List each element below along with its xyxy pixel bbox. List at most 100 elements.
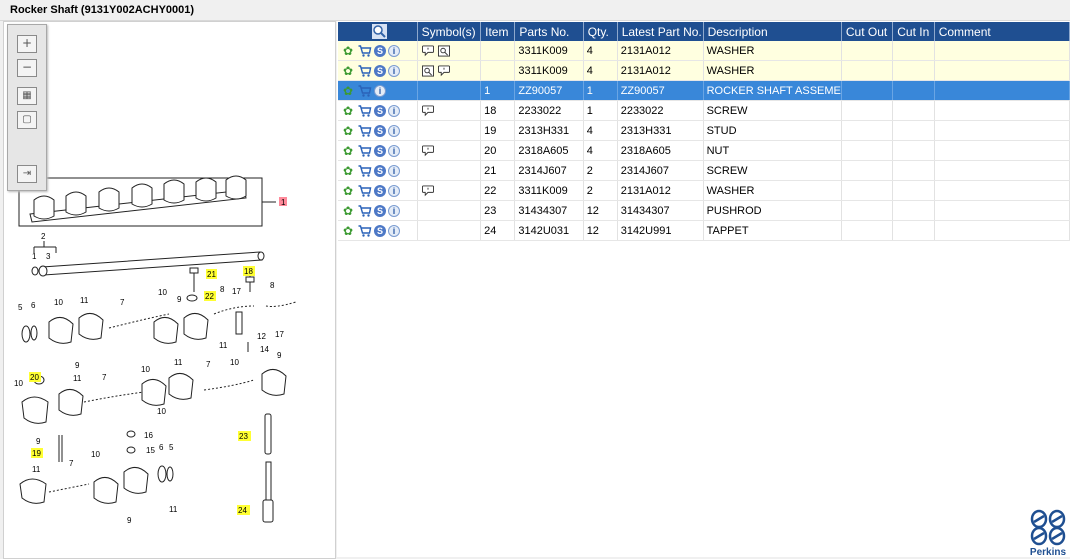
gear-icon[interactable]: ✿ xyxy=(343,165,355,177)
exploded-parts-diagram[interactable]: 1 21 18 22 20 19 23 24 2 1 3 5 6 10 11 7 xyxy=(4,22,335,558)
qty-cell: 4 xyxy=(583,60,618,81)
symbols-cell xyxy=(417,60,482,81)
info-icon[interactable]: i xyxy=(388,104,400,117)
description-cell: WASHER xyxy=(703,41,842,61)
supersession-icon[interactable]: S xyxy=(374,64,386,77)
zoom-out-button[interactable]: − xyxy=(17,59,37,77)
supersession-icon[interactable]: S xyxy=(374,204,386,217)
table-row[interactable]: ✿ Si 21 2314J607 2 2314J607 SCREW xyxy=(338,160,1070,181)
item-cell: 19 xyxy=(480,120,516,141)
parts-table-panel: Symbol(s) Item Parts No. Qty. Latest Par… xyxy=(337,21,1070,557)
comment-bubble-icon[interactable] xyxy=(421,145,435,157)
gear-icon[interactable]: ✿ xyxy=(343,205,355,217)
info-icon[interactable]: i xyxy=(388,144,400,157)
cart-icon[interactable] xyxy=(357,164,372,177)
column-header-description[interactable]: Description xyxy=(703,22,842,41)
svg-text:10: 10 xyxy=(54,298,63,307)
gear-icon[interactable]: ✿ xyxy=(343,145,355,157)
cart-icon[interactable] xyxy=(357,104,372,117)
gear-icon[interactable]: ✿ xyxy=(343,45,355,57)
svg-text:1: 1 xyxy=(281,198,286,207)
supersession-icon[interactable]: S xyxy=(374,144,386,157)
table-row[interactable]: ✿ Si 19 2313H331 4 2313H331 STUD xyxy=(338,120,1070,141)
comment-bubble-icon[interactable] xyxy=(421,185,435,197)
item-cell: 22 xyxy=(480,180,516,201)
gear-icon[interactable]: ✿ xyxy=(343,105,355,117)
table-row[interactable]: ✿ Si 23 31434307 12 31434307 PUSHROD xyxy=(338,200,1070,221)
info-icon[interactable]: i xyxy=(388,184,400,197)
comment-bubble-icon[interactable] xyxy=(437,65,451,77)
rocker-shaft xyxy=(31,251,265,277)
info-icon[interactable]: i xyxy=(374,84,386,97)
cut-out-cell xyxy=(841,180,894,201)
cart-icon[interactable] xyxy=(357,84,372,97)
svg-text:17: 17 xyxy=(232,287,241,296)
item-cell: 1 xyxy=(480,80,516,101)
cart-icon[interactable] xyxy=(357,224,372,237)
row-actions-cell: ✿ Si xyxy=(338,200,418,221)
export-button[interactable]: ⇥ xyxy=(17,165,37,183)
gear-icon[interactable]: ✿ xyxy=(343,225,355,237)
column-header-item[interactable]: Item xyxy=(480,22,516,41)
svg-text:11: 11 xyxy=(219,341,228,350)
fit-view-button[interactable]: ▦ xyxy=(17,87,37,105)
info-icon[interactable]: i xyxy=(388,124,400,137)
table-row[interactable]: ✿ Si 22 3311K009 2 2131A012 WASHER xyxy=(338,180,1070,201)
gear-icon[interactable]: ✿ xyxy=(343,85,355,97)
info-icon[interactable]: i xyxy=(388,64,400,77)
description-cell: STUD xyxy=(703,120,842,141)
info-icon[interactable]: i xyxy=(388,44,400,57)
table-row[interactable]: ✿ Si 3311K009 4 2131A012 WASHER xyxy=(338,41,1070,61)
zoom-in-button[interactable]: + xyxy=(17,35,37,53)
table-row[interactable]: ✿ Si 24 3142U031 12 3142U991 TAPPET xyxy=(338,220,1070,241)
supersession-icon[interactable]: S xyxy=(374,124,386,137)
supersession-icon[interactable]: S xyxy=(374,44,386,57)
comment-bubble-icon[interactable] xyxy=(421,45,435,57)
cart-icon[interactable] xyxy=(357,184,372,197)
table-row[interactable]: ✿ Si 3311K009 4 2131A012 WASHER xyxy=(338,60,1070,81)
column-header-cut-out[interactable]: Cut Out xyxy=(841,22,894,41)
magnifier-icon[interactable] xyxy=(371,24,387,40)
column-header-qty[interactable]: Qty. xyxy=(583,22,618,41)
gear-icon[interactable]: ✿ xyxy=(343,185,355,197)
cut-out-cell xyxy=(841,140,894,161)
svg-text:6: 6 xyxy=(31,301,36,310)
info-icon[interactable]: i xyxy=(388,204,400,217)
info-icon[interactable]: i xyxy=(388,164,400,177)
parts-no-cell: 3142U031 xyxy=(514,220,584,241)
symbols-cell xyxy=(417,220,482,241)
supersession-icon[interactable]: S xyxy=(374,164,386,177)
table-row[interactable]: ✿ Si 20 2318A605 4 2318A605 NUT xyxy=(338,140,1070,161)
parts-no-cell: 2318A605 xyxy=(514,140,584,161)
table-row[interactable]: ✿ Si 18 2233022 1 2233022 SCREW xyxy=(338,100,1070,121)
info-icon[interactable]: i xyxy=(388,224,400,237)
reference-book-icon[interactable] xyxy=(437,45,451,57)
diagram-panel[interactable]: 1 21 18 22 20 19 23 24 2 1 3 5 6 10 11 7 xyxy=(3,21,336,559)
perkins-logo-mark xyxy=(1030,509,1066,546)
cart-icon[interactable] xyxy=(357,44,372,57)
cart-icon[interactable] xyxy=(357,144,372,157)
column-header-search[interactable] xyxy=(338,22,418,41)
gear-icon[interactable]: ✿ xyxy=(343,65,355,77)
item-cell: 18 xyxy=(480,100,516,121)
reference-book-icon[interactable] xyxy=(421,65,435,77)
column-header-symbols[interactable]: Symbol(s) xyxy=(417,22,482,41)
supersession-icon[interactable]: S xyxy=(374,224,386,237)
gear-icon[interactable]: ✿ xyxy=(343,125,355,137)
column-header-parts-no[interactable]: Parts No. xyxy=(514,22,584,41)
cart-icon[interactable] xyxy=(357,124,372,137)
symbols-cell xyxy=(417,140,482,161)
row-actions-cell: ✿ Si xyxy=(338,160,418,181)
cart-icon[interactable] xyxy=(357,204,372,217)
cart-icon[interactable] xyxy=(357,64,372,77)
table-row[interactable]: ✿ i 1 ZZ90057 1 ZZ90057 ROCKER SHAFT ASSEME xyxy=(338,80,1070,101)
qty-cell: 1 xyxy=(583,80,618,101)
column-header-latest-part-no[interactable]: Latest Part No. xyxy=(617,22,704,41)
column-header-comment[interactable]: Comment xyxy=(934,22,1070,41)
cut-in-cell xyxy=(892,160,935,181)
actual-size-button[interactable]: ▢ xyxy=(17,111,37,129)
supersession-icon[interactable]: S xyxy=(374,104,386,117)
column-header-cut-in[interactable]: Cut In xyxy=(892,22,935,41)
comment-bubble-icon[interactable] xyxy=(421,105,435,117)
supersession-icon[interactable]: S xyxy=(374,184,386,197)
